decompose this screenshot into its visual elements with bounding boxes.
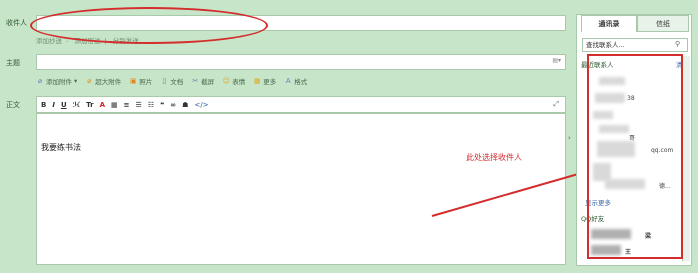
html-source-button[interactable]: </>	[194, 101, 208, 109]
tab-contacts[interactable]: 通讯录	[581, 15, 637, 32]
photo-button[interactable]: ▣ 照片	[129, 76, 152, 86]
more-button[interactable]: ▦ 更多	[253, 76, 276, 86]
numbered-list-button[interactable]: ☰	[136, 101, 142, 109]
format-toolbar: B I U ℋ Tr A ▦ ≡ ☰ ☷ ❝ ∞ ☗ </> ⤢	[36, 96, 566, 113]
attachment-toolbar: ⌀ 添加附件 ▾ ⌀ 超大附件 ▣ 照片 ▯ 文档 ✂ 截屏 ☺ 表情 ▦ 更多 A 格式	[36, 76, 307, 86]
quote-button[interactable]: ❝	[160, 101, 164, 109]
scissors-icon: ✂	[192, 77, 199, 85]
italic-button[interactable]: I	[52, 101, 55, 109]
font-icon: A	[285, 77, 291, 85]
underline-button[interactable]: U	[61, 101, 67, 109]
expand-icon[interactable]: ⤢	[553, 100, 559, 109]
bullet-list-button[interactable]: ☷	[148, 101, 154, 109]
format-button[interactable]: A 格式	[284, 76, 307, 86]
tab-stationery[interactable]: 信纸	[637, 15, 689, 32]
annotation-ellipse	[30, 7, 268, 44]
annotation-note: 此处选择收件人	[466, 153, 522, 162]
message-body-text: 我要练书法	[41, 143, 81, 152]
paperclip-large-icon: ⌀	[87, 77, 92, 85]
align-button[interactable]: ≡	[124, 101, 130, 109]
add-attachment-button[interactable]: ⌀ 添加附件 ▾	[36, 76, 77, 86]
message-editor[interactable]: 我要练书法	[36, 113, 566, 265]
more-icon: ▦	[253, 77, 261, 85]
link-button[interactable]: ∞	[170, 101, 176, 109]
background-color-button[interactable]: ▦	[111, 101, 118, 109]
emoji-button[interactable]: ☺ 表情	[222, 76, 246, 86]
compose-window: 收件人 添加抄送 - 添加密送 | 分别发送 主题 ▤▾ ⌀ 添加附件 ▾ ⌀ 超大附件 …	[0, 0, 698, 273]
bold-button[interactable]: B	[41, 101, 46, 109]
large-attachment-button[interactable]: ⌀ 超大附件	[85, 76, 121, 86]
smiley-icon: ☺	[222, 77, 230, 85]
font-color-button[interactable]: A	[100, 101, 105, 109]
document-button[interactable]: ▯ 文档	[160, 76, 183, 86]
photo-icon: ▣	[129, 77, 137, 85]
add-cc-link[interactable]: 添加抄送	[36, 37, 62, 45]
search-icon[interactable]: ⚲	[675, 40, 680, 48]
annotation-rectangle	[587, 54, 683, 259]
contact-search-input[interactable]: 查找联系人...	[582, 38, 688, 52]
priority-icon[interactable]: ▤▾	[552, 57, 561, 64]
document-icon: ▯	[162, 77, 167, 85]
font-family-button[interactable]: ℋ	[73, 101, 81, 109]
font-size-button[interactable]: Tr	[86, 101, 93, 109]
sidebar-scrollbar[interactable]	[682, 56, 690, 261]
subject-field[interactable]: ▤▾	[36, 54, 566, 70]
to-label: 收件人	[6, 19, 27, 27]
paperclip-icon: ⌀	[37, 77, 43, 85]
screenshot-button[interactable]: ✂ 截屏	[191, 76, 214, 86]
body-label: 正文	[6, 101, 20, 109]
subject-label: 主题	[6, 59, 20, 67]
collapse-sidebar-icon[interactable]: ›	[568, 134, 576, 154]
stamp-button[interactable]: ☗	[182, 101, 188, 109]
